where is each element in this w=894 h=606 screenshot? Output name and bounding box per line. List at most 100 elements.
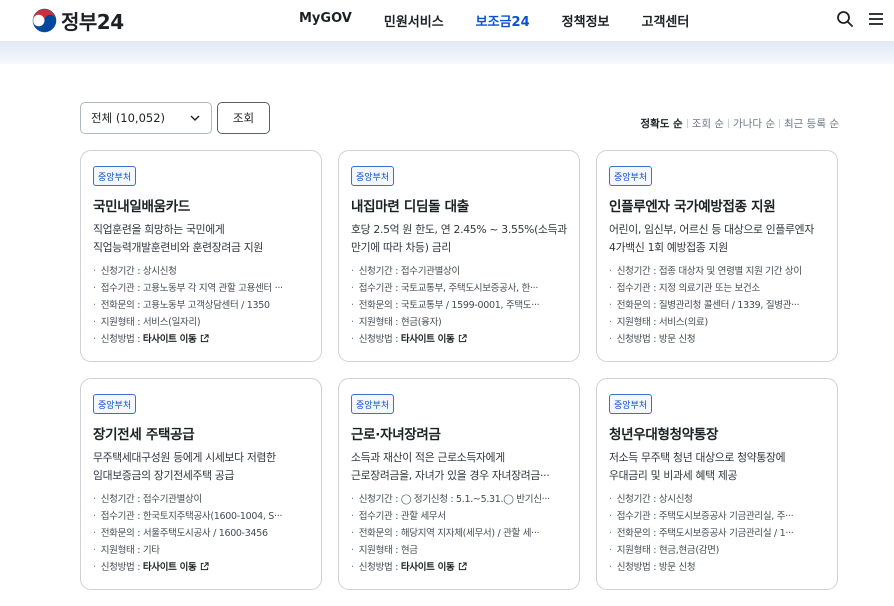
external-site-link[interactable]: 타사이트 이동 xyxy=(143,562,197,573)
chevron-down-icon xyxy=(190,115,200,121)
info-label: 신청기간 : xyxy=(616,494,659,505)
card-info-item: 신청방법 : 방문 신청 xyxy=(609,331,831,348)
divider xyxy=(779,119,781,128)
card-title: 장기전세 주택공급 xyxy=(93,427,195,443)
nav-item-civil-service[interactable]: 민원서비스 xyxy=(384,11,444,30)
info-label: 접수기관 : xyxy=(358,283,401,294)
info-label: 전화문의 : xyxy=(358,300,401,311)
card-info-item: 지원형태 : 서비스(일자리) xyxy=(93,314,315,331)
nav-item-mygov[interactable]: MyGOV xyxy=(299,11,352,30)
card-info-list: 신청기간 : 접수기관별상이접수기관 : 한국토지주택공사(1600-1004,… xyxy=(93,491,315,576)
card-info-item: 지원형태 : 서비스(의료) xyxy=(609,314,831,331)
card-title: 인플루엔자 국가예방접종 지원 xyxy=(609,199,776,215)
nav-item-subsidy24[interactable]: 보조금24 xyxy=(476,11,530,30)
info-value: 한국토지주택공사(1600-1004, S··· xyxy=(142,511,283,522)
card-info-item: 신청방법 : 타사이트 이동 xyxy=(93,559,315,576)
card-description: 호당 2.5억 원 한도, 연 2.45% ~ 3.55%(소득과 만기에 따라 … xyxy=(351,221,571,257)
site-logo[interactable]: 정부24 xyxy=(32,6,124,35)
subsidy-card[interactable]: 중앙부처 청년우대형청약통장 저소득 무주택 청년 대상으로 청약통장에 우대금리 및… xyxy=(596,378,838,590)
subsidy-card[interactable]: 중앙부처 인플루엔자 국가예방접종 지원 어린이, 임신부, 어르신 등 대상으로 … xyxy=(596,150,838,362)
card-description-line: 무주택세대구성원 등에게 시세보다 저렴한 xyxy=(93,451,276,464)
category-select-value: 전체 (10,052) xyxy=(91,111,166,125)
card-info-item: 지원형태 : 기타 xyxy=(93,542,315,559)
info-value: 고용노동부 각 지역 관할 고용센터 ··· xyxy=(142,283,283,294)
subsidy-card[interactable]: 중앙부처 내집마련 디딤돌 대출 호당 2.5억 원 한도, 연 2.45% ~ 3… xyxy=(338,150,580,362)
card-description-line: 어린이, 임신부, 어르신 등 대상으로 인플루엔자 xyxy=(609,223,814,236)
sort-recent[interactable]: 최근 등록 순 xyxy=(784,116,839,131)
card-info-item: 전화문의 : 해당지역 지자체(세무서) / 관할 세··· xyxy=(351,525,573,542)
agency-badge: 중앙부처 xyxy=(351,394,395,414)
info-label: 신청기간 : xyxy=(100,266,143,277)
menu-icon[interactable] xyxy=(866,9,886,29)
subsidy-card[interactable]: 중앙부처 근로·자녀장려금 소득과 재산이 적은 근로소득자에게 근로장려금을, 자녀… xyxy=(338,378,580,590)
info-value: 현금,현금(감면) xyxy=(658,545,720,556)
card-info-item: 접수기관 : 지정 의료기관 또는 보건소 xyxy=(609,280,831,297)
external-site-link[interactable]: 타사이트 이동 xyxy=(401,562,455,573)
info-value: 주택도시보증공사 기금관리실, 주··· xyxy=(658,511,794,522)
info-label: 접수기관 : xyxy=(100,511,143,522)
nav-item-policy-info[interactable]: 정책정보 xyxy=(562,11,610,30)
info-value: 방문 신청 xyxy=(658,562,696,573)
external-site-link[interactable]: 타사이트 이동 xyxy=(401,334,455,345)
info-label: 지원형태 : xyxy=(358,545,401,556)
external-site-link[interactable]: 타사이트 이동 xyxy=(143,334,197,345)
sort-alphabetical[interactable]: 가나다 순 xyxy=(733,116,775,131)
card-description-line: 임대보증금의 장기전세주택 공급 xyxy=(93,469,235,482)
card-description: 소득과 재산이 적은 근로소득자에게근로장려금을, 자녀가 있을 경우 자녀장려… xyxy=(351,449,571,485)
info-label: 신청방법 : xyxy=(616,334,659,345)
info-label: 지원형태 : xyxy=(100,317,143,328)
info-value: 접수기관별상이 xyxy=(400,266,460,277)
card-info-item: 지원형태 : 현금 xyxy=(351,542,573,559)
info-value: 지정 의료기관 또는 보건소 xyxy=(658,283,760,294)
card-info-item: 신청방법 : 타사이트 이동 xyxy=(93,331,315,348)
card-info-item: 신청방법 : 타사이트 이동 xyxy=(351,559,573,576)
card-info-item: 신청기간 : 접수기관별상이 xyxy=(351,263,573,280)
external-link-icon xyxy=(200,562,209,571)
sort-options: 정확도 순 조회 순 가나다 순 최근 등록 순 xyxy=(640,116,839,131)
card-description: 어린이, 임신부, 어르신 등 대상으로 인플루엔자 4가백신 1회 예방접종 지… xyxy=(609,221,829,257)
card-info-item: 접수기관 : 고용노동부 각 지역 관할 고용센터 ··· xyxy=(93,280,315,297)
info-value: 국토교통부 / 1599-0001, 주택도··· xyxy=(400,300,540,311)
site-header: 정부24 MyGOV 민원서비스 보조금24 정책정보 고객센터 xyxy=(0,0,894,42)
info-label: 신청방법 : xyxy=(616,562,659,573)
search-button[interactable]: 조회 xyxy=(217,102,270,134)
info-label: 신청기간 : xyxy=(616,266,659,277)
card-info-list: 신청기간 : 상시신청접수기관 : 주택도시보증공사 기금관리실, 주···전화… xyxy=(609,491,831,576)
info-value: 고용노동부 고객상담센터 / 1350 xyxy=(142,300,270,311)
main-nav: MyGOV 민원서비스 보조금24 정책정보 고객센터 xyxy=(299,11,689,30)
agency-badge: 중앙부처 xyxy=(609,394,653,414)
logo-text: 정부24 xyxy=(61,10,124,34)
card-description-line: 근로장려금을, 자녀가 있을 경우 자녀장려금··· xyxy=(351,469,550,482)
info-value: 기타 xyxy=(142,545,160,556)
card-info-item: 신청방법 : 타사이트 이동 xyxy=(351,331,573,348)
card-info-item: 신청기간 : 접종 대상자 및 연령별 지원 기간 상이 xyxy=(609,263,831,280)
info-value: 현금 xyxy=(400,545,418,556)
agency-badge: 중앙부처 xyxy=(93,166,137,186)
card-description: 직업훈련을 희망하는 국민에게 직업능력개발훈련비와 훈련장려금 지원 xyxy=(93,221,313,257)
search-icon[interactable] xyxy=(835,9,855,29)
card-info-item: 전화문의 : 서울주택도시공사 / 1600-3456 xyxy=(93,525,315,542)
info-value: 서울주택도시공사 / 1600-3456 xyxy=(142,528,268,539)
info-label: 신청방법 : xyxy=(100,334,143,345)
card-info-item: 신청기간 : 접수기관별상이 xyxy=(93,491,315,508)
card-info-item: 접수기관 : 관할 세무서 xyxy=(351,508,573,525)
divider xyxy=(686,119,688,128)
agency-badge: 중앙부처 xyxy=(351,166,395,186)
subsidy-card[interactable]: 중앙부처 국민내일배움카드 직업훈련을 희망하는 국민에게 직업능력개발훈련비와 훈련… xyxy=(80,150,322,362)
info-label: 지원형태 : xyxy=(616,545,659,556)
card-info-list: 신청기간 : 상시신청접수기관 : 고용노동부 각 지역 관할 고용센터 ···… xyxy=(93,263,315,348)
card-description-line: 호당 2.5억 원 한도, 연 2.45% ~ 3.55%(소득과 xyxy=(351,223,567,236)
card-description: 저소득 무주택 청년 대상으로 청약통장에 우대금리 및 비과세 혜택 제공 xyxy=(609,449,829,485)
info-value: 접수기관별상이 xyxy=(142,494,202,505)
info-value: 현금(융자) xyxy=(400,317,442,328)
card-info-item: 신청방법 : 방문 신청 xyxy=(609,559,831,576)
card-description-line: 소득과 재산이 적은 근로소득자에게 xyxy=(351,451,505,464)
category-select[interactable]: 전체 (10,052) xyxy=(80,102,212,134)
subsidy-card[interactable]: 중앙부처 장기전세 주택공급 무주택세대구성원 등에게 시세보다 저렴한 임대보증금의… xyxy=(80,378,322,590)
info-value: 서비스(의료) xyxy=(658,317,708,328)
info-label: 신청방법 : xyxy=(358,334,401,345)
sort-views[interactable]: 조회 순 xyxy=(692,116,724,131)
sort-accuracy[interactable]: 정확도 순 xyxy=(640,116,682,131)
card-info-list: 신청기간 : ◯ 정기신청 : 5.1.~5.31.◯ 반기신···접수기관 :… xyxy=(351,491,573,576)
nav-item-customer-center[interactable]: 고객센터 xyxy=(642,11,690,30)
